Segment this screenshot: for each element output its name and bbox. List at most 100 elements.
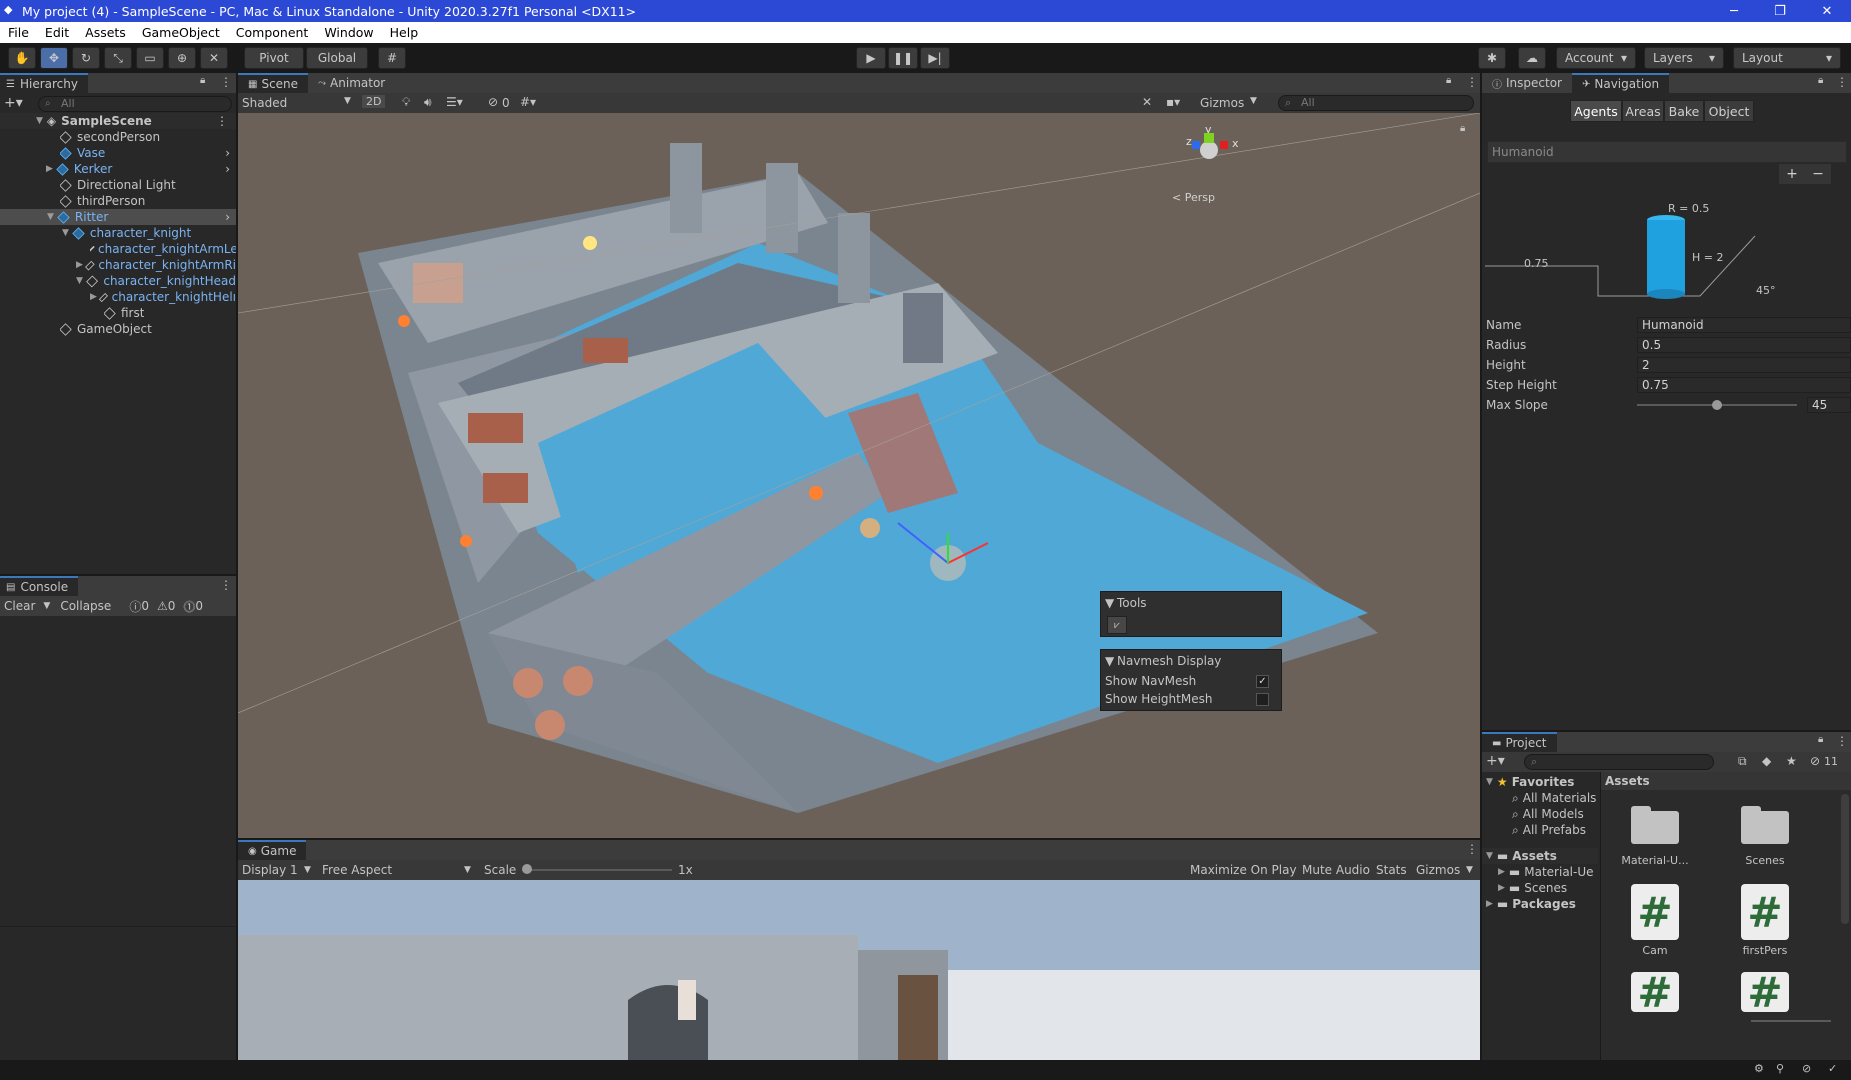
expand-arrow-icon[interactable]: ▶ xyxy=(90,292,97,302)
add-icon[interactable]: +▾ xyxy=(4,95,23,111)
menu-help[interactable]: Help xyxy=(382,25,427,40)
show-heightmesh-checkbox[interactable] xyxy=(1256,693,1269,706)
gizmos-dropdown[interactable]: Gizmos xyxy=(1200,96,1244,110)
tab-navigation[interactable]: ✈ Navigation xyxy=(1571,73,1670,93)
scale-slider-track[interactable] xyxy=(524,869,672,871)
chevron-down-icon[interactable]: ▼ xyxy=(1466,860,1473,880)
tab-inspector[interactable]: ⓘ Inspector xyxy=(1482,73,1572,93)
more-icon[interactable]: ⋮ xyxy=(1836,734,1848,748)
maximize-on-play-toggle[interactable]: Maximize On Play xyxy=(1190,860,1297,880)
subtab-agents[interactable]: Agents xyxy=(1570,100,1622,122)
expand-arrow-icon[interactable]: ▼ xyxy=(36,116,43,126)
folder-icon[interactable] xyxy=(1741,806,1789,844)
packages-row[interactable]: ▶ ▬ Packages xyxy=(1486,896,1576,912)
tab-animator[interactable]: ⤳ Animator xyxy=(308,73,395,93)
chevron-down-icon[interactable]: ▼ xyxy=(304,860,311,880)
stats-toggle[interactable]: Stats xyxy=(1376,860,1407,880)
expand-arrow-icon[interactable]: ▼ xyxy=(47,212,54,222)
csharp-script-icon[interactable]: # xyxy=(1631,884,1679,940)
tab-console[interactable]: ▤ Console xyxy=(0,576,79,596)
tree-row-item[interactable]: character_knightArmLe xyxy=(90,241,236,257)
tree-row-item[interactable]: GameObject xyxy=(60,321,152,337)
more-icon[interactable]: ⋮ xyxy=(216,114,228,128)
hidden-packages-icon[interactable]: ⊘ xyxy=(1810,754,1820,768)
visibility-icon[interactable]: ⊘ xyxy=(488,95,498,109)
subtab-areas[interactable]: Areas xyxy=(1622,100,1664,122)
favorite-item[interactable]: ⌕ All Models xyxy=(1512,806,1584,822)
tree-row-item[interactable]: ▼ Ritter › xyxy=(0,209,236,225)
tab-game[interactable]: ◉ Game xyxy=(238,840,307,860)
play-button[interactable]: ▶ xyxy=(856,47,886,69)
custom-tool-icon[interactable]: ✕ xyxy=(200,47,228,69)
display-dropdown[interactable]: Display 1 xyxy=(242,860,298,880)
tree-row-item[interactable]: ▶ Kerker › xyxy=(46,161,236,177)
slider-thumb[interactable] xyxy=(1712,400,1722,410)
step-button[interactable]: ▶| xyxy=(920,47,950,69)
add-icon[interactable]: +▾ xyxy=(1486,753,1505,769)
rect-tool-icon[interactable]: ▭ xyxy=(136,47,164,69)
tree-row-item[interactable]: first xyxy=(104,305,144,321)
chevron-down-icon[interactable]: ▼ xyxy=(464,860,471,880)
favorite-item[interactable]: ⌕ All Prefabs xyxy=(1512,822,1586,838)
shading-mode-dropdown[interactable]: Shaded xyxy=(242,96,287,110)
chevron-down-icon[interactable]: ▼ xyxy=(1250,96,1257,106)
collapse-button[interactable]: Collapse xyxy=(60,599,111,613)
hand-tool-icon[interactable]: ✋ xyxy=(8,47,36,69)
lock-icon[interactable]: 🔒︎ xyxy=(1818,734,1823,745)
debug-icon[interactable]: ⊘ xyxy=(1802,1062,1811,1075)
folder-row[interactable]: ▶ ▬ Material-Ue xyxy=(1498,864,1598,880)
tree-row-item[interactable]: Vase › xyxy=(60,145,236,161)
grid-toggle-icon[interactable]: #▾ xyxy=(520,95,536,109)
menu-edit[interactable]: Edit xyxy=(37,25,77,40)
subtab-bake[interactable]: Bake xyxy=(1664,100,1704,122)
radius-field[interactable]: 0.5 xyxy=(1637,337,1851,353)
expand-arrow-icon[interactable]: ▼ xyxy=(62,228,69,238)
edit-path-icon[interactable]: ⩗ xyxy=(1107,616,1127,634)
perspective-label[interactable]: < Persp xyxy=(1172,191,1215,204)
expand-arrow-icon[interactable]: ▶ xyxy=(1498,883,1505,893)
maximize-icon[interactable]: ❐ xyxy=(1758,0,1802,22)
scale-tool-icon[interactable]: ⤡ xyxy=(104,47,132,69)
chevron-right-icon[interactable]: › xyxy=(225,162,230,176)
expand-arrow-icon[interactable]: ▶ xyxy=(46,164,53,174)
tools-icon[interactable]: ✕ xyxy=(1142,95,1152,109)
aspect-dropdown[interactable]: Free Aspect xyxy=(322,860,392,880)
menu-gameobject[interactable]: GameObject xyxy=(134,25,228,40)
tree-row-scene[interactable]: ▼ ◈ SampleScene ⋮ xyxy=(0,113,236,129)
gizmos-dropdown[interactable]: Gizmos xyxy=(1416,860,1460,880)
rotate-tool-icon[interactable]: ↻ xyxy=(72,47,100,69)
tree-row-item[interactable]: secondPerson xyxy=(60,129,160,145)
breadcrumb[interactable]: Assets xyxy=(1605,774,1650,788)
filter-label-icon[interactable]: ◆ xyxy=(1762,754,1771,768)
clear-button[interactable]: Clear xyxy=(4,599,35,613)
network-icon[interactable]: ⚲ xyxy=(1776,1062,1784,1075)
menu-component[interactable]: Component xyxy=(228,25,317,40)
expand-arrow-icon[interactable]: ▼ xyxy=(76,276,83,286)
favorite-item[interactable]: ⌕ All Materials xyxy=(1512,790,1596,806)
more-icon[interactable]: ⋮ xyxy=(1836,75,1848,89)
pause-button[interactable]: ❚❚ xyxy=(888,47,918,69)
tab-hierarchy[interactable]: ☰ Hierarchy xyxy=(0,73,88,93)
layout-dropdown[interactable]: Layout ▾ xyxy=(1733,47,1841,69)
transform-tool-icon[interactable]: ⊕ xyxy=(168,47,196,69)
expand-arrow-icon[interactable]: ▼ xyxy=(1486,851,1493,861)
project-search-input[interactable]: ⌕ xyxy=(1524,754,1714,770)
csharp-script-icon[interactable]: # xyxy=(1741,968,1789,1017)
subtab-object[interactable]: Object xyxy=(1704,100,1754,122)
chevron-right-icon[interactable]: › xyxy=(225,210,230,224)
collapse-arrow-icon[interactable]: ▼ xyxy=(1105,654,1114,668)
agent-type-item[interactable]: Humanoid xyxy=(1492,145,1554,159)
warning-count[interactable]: 0 xyxy=(168,599,176,613)
audio-icon[interactable]: 🔊︎ xyxy=(424,95,432,110)
more-icon[interactable]: ⋮ xyxy=(1466,842,1478,856)
favorites-row[interactable]: ▼ ★ Favorites xyxy=(1486,774,1574,790)
expand-arrow-icon[interactable]: ▶ xyxy=(1498,867,1505,877)
info-count[interactable]: 0 xyxy=(141,599,149,613)
menu-file[interactable]: File xyxy=(0,25,37,40)
agent-type-list[interactable]: Humanoid xyxy=(1487,141,1847,163)
max-slope-slider[interactable] xyxy=(1637,397,1797,413)
scale-slider-thumb[interactable] xyxy=(522,864,532,874)
close-icon[interactable]: ✕ xyxy=(1805,0,1849,22)
cloud-icon[interactable]: ☁ xyxy=(1518,47,1546,69)
grid-snap-icon[interactable]: # xyxy=(378,47,406,69)
